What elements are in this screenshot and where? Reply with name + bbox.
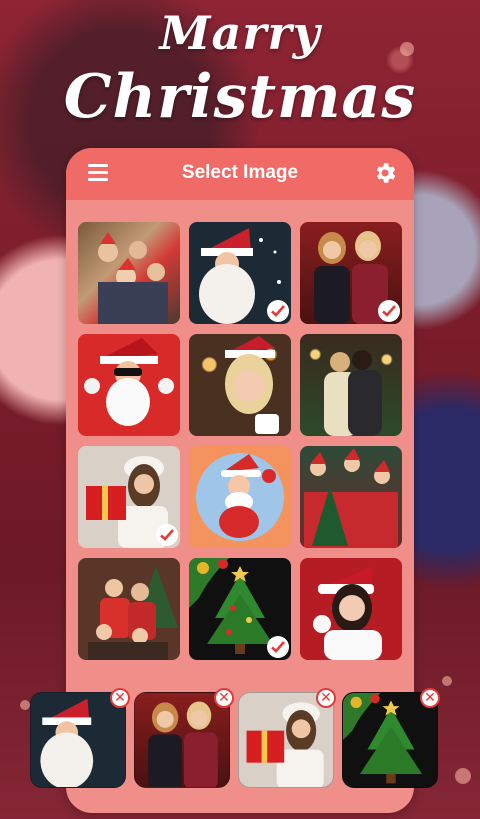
picker-header: Select Image (66, 148, 414, 200)
close-icon: ✕ (320, 690, 332, 706)
woman-santa-costume-photo (313, 566, 382, 660)
two-women-christmas-photo (148, 701, 218, 787)
christmas-tree-photo (343, 693, 423, 784)
couple-hugging-tree-photo (324, 350, 382, 436)
friends-selfie-photo (98, 232, 168, 324)
title-marry: Marry (159, 6, 321, 60)
thumbnail-santa-snow[interactable] (189, 222, 291, 324)
thumbnail-santa-crowd[interactable] (300, 446, 402, 548)
thumbnail-friends-selfie[interactable] (78, 222, 180, 324)
thumbnail-blonde-woman[interactable] (189, 334, 291, 436)
santa-snow-photo (40, 698, 94, 787)
thumbnail-couple-hug[interactable] (300, 334, 402, 436)
santa-sunglasses-photo (84, 338, 174, 426)
cartoon-santa-photo (196, 453, 284, 541)
close-icon: ✕ (218, 690, 230, 706)
close-icon: ✕ (114, 690, 126, 706)
remove-selected-button[interactable]: ✕ (110, 688, 130, 708)
selected-check-icon (378, 300, 400, 322)
thumbnail-christmas-tree[interactable] (189, 558, 291, 660)
remove-selected-button[interactable]: ✕ (214, 688, 234, 708)
remove-selected-button[interactable]: ✕ (420, 688, 440, 708)
selected-check-icon (267, 300, 289, 322)
selected-check-icon (267, 636, 289, 658)
thumbnail-cartoon-santa[interactable] (189, 446, 291, 548)
selected-check-icon (156, 524, 178, 546)
woman-gift-photo (246, 702, 324, 787)
gear-icon[interactable] (372, 160, 398, 186)
selected-two-women[interactable] (134, 692, 230, 788)
selected-santa-snow[interactable] (30, 692, 126, 788)
thumbnail-santa-sunglasses[interactable] (78, 334, 180, 436)
thumbnail-woman-gift[interactable] (78, 446, 180, 548)
close-icon: ✕ (424, 690, 436, 706)
selected-images-tray: ✕ ✕ ✕ ✕ (0, 688, 480, 798)
remove-selected-button[interactable]: ✕ (316, 688, 336, 708)
blonde-santa-hat-photo (225, 336, 279, 434)
santa-crowd-photo (304, 448, 398, 548)
thumbnail-family[interactable] (78, 558, 180, 660)
bokeh-light (442, 676, 452, 686)
thumbnail-woman-santa-costume[interactable] (300, 558, 402, 660)
family-tree-photo (88, 566, 178, 660)
title-christmas: Christmas (63, 62, 417, 132)
picker-title: Select Image (181, 162, 299, 183)
thumbnail-two-women[interactable] (300, 222, 402, 324)
